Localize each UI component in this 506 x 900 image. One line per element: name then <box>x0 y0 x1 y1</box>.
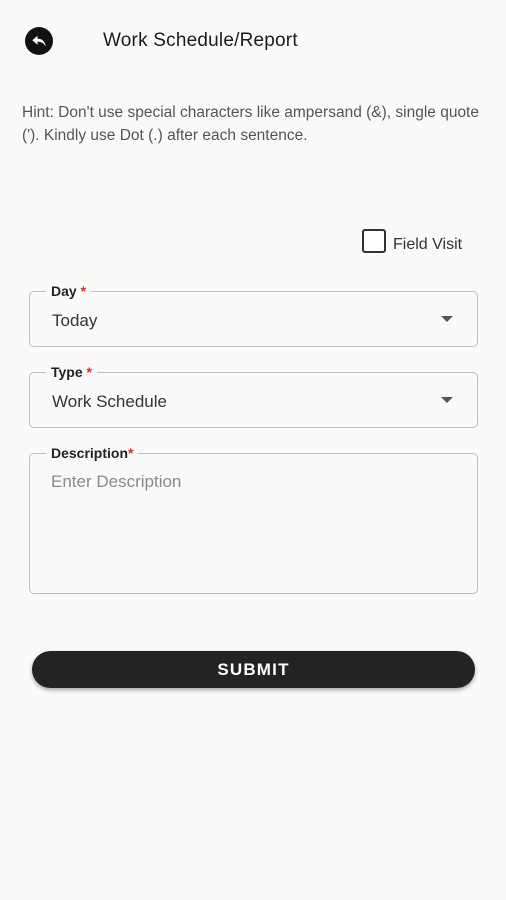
required-mark: * <box>128 445 134 461</box>
work-schedule-screen: Work Schedule/Report Hint: Don't use spe… <box>0 0 506 900</box>
day-label: Day * <box>46 283 92 299</box>
page-title: Work Schedule/Report <box>103 30 298 51</box>
type-select[interactable]: Type * Work Schedule <box>29 364 478 428</box>
field-visit-toggle[interactable]: Field Visit <box>362 228 462 254</box>
type-label: Type * <box>46 364 97 380</box>
description-input[interactable] <box>51 472 451 582</box>
dropdown-arrow-icon <box>441 397 453 403</box>
required-mark: * <box>86 364 92 380</box>
hint-text: Hint: Don't use special characters like … <box>22 104 479 144</box>
description-field[interactable]: Description* <box>29 445 478 594</box>
type-value: Work Schedule <box>52 392 167 411</box>
back-arrow-icon <box>32 35 46 47</box>
required-mark: * <box>80 283 87 299</box>
field-visit-checkbox[interactable] <box>362 229 386 253</box>
back-button[interactable] <box>25 27 53 55</box>
description-label: Description* <box>46 445 139 461</box>
field-visit-label: Field Visit <box>393 236 463 253</box>
app-header: Work Schedule/Report <box>0 0 506 84</box>
dropdown-arrow-icon <box>441 316 453 322</box>
day-value: Today <box>52 311 98 330</box>
submit-button[interactable]: SUBMIT <box>32 651 475 688</box>
day-select[interactable]: Day * Today <box>29 283 478 347</box>
